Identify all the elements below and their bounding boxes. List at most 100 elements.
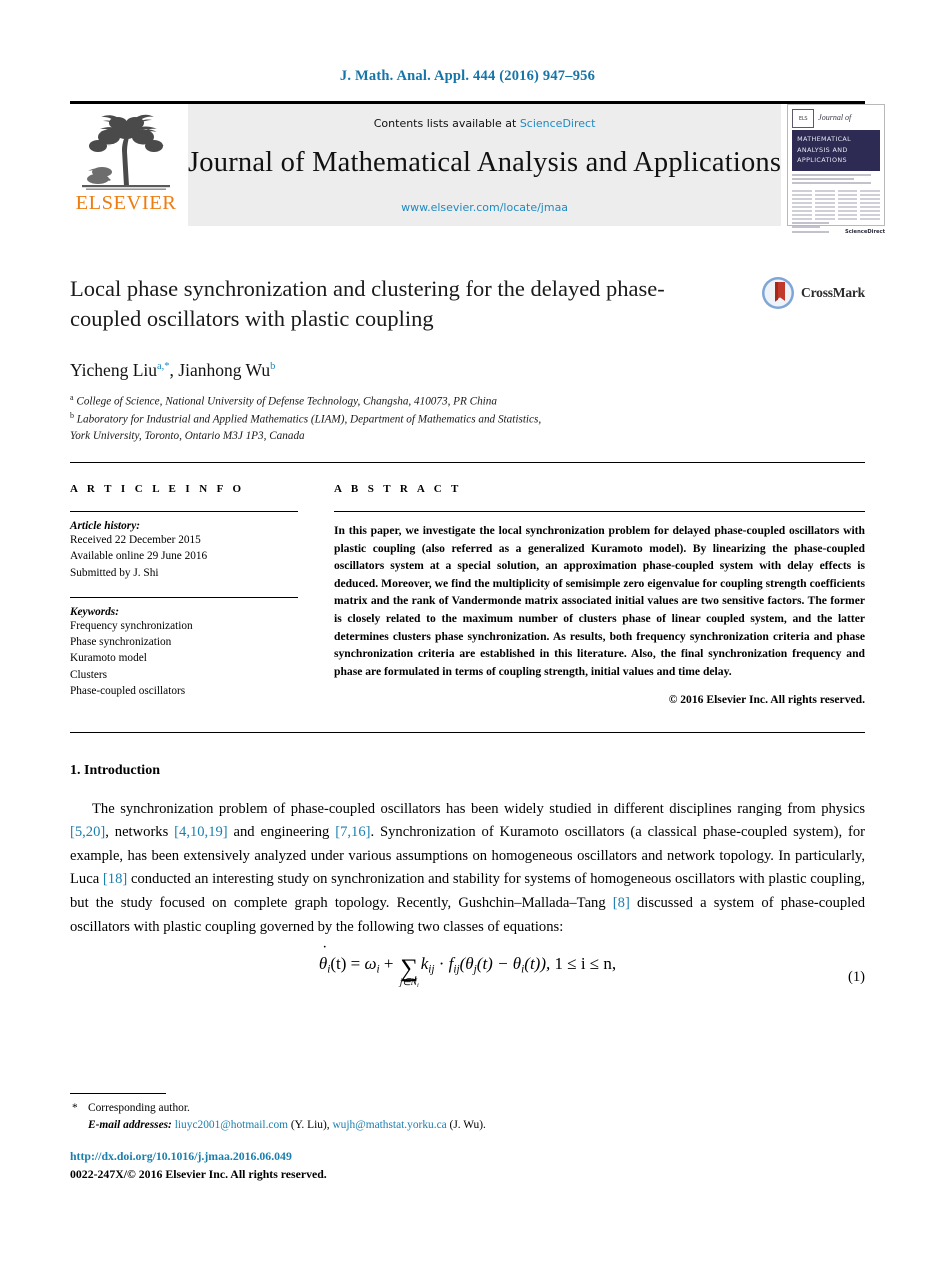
doi-copyright-block: http://dx.doi.org/10.1016/j.jmaa.2016.06… [70,1148,327,1183]
doi-link[interactable]: http://dx.doi.org/10.1016/j.jmaa.2016.06… [70,1148,327,1166]
email-link-1[interactable]: liuyc2001@hotmail.com [175,1119,288,1131]
cover-publisher-mark-icon: ELS [792,109,815,128]
article-history-heading: Article history: [70,520,140,533]
affiliation-b-marker: b [70,410,74,420]
cover-title-line1: MATHEMATICAL [797,135,852,143]
affiliation-a-text: College of Science, National University … [76,395,497,408]
author-list: Yicheng Liua,*, Jianhong Wub [70,360,865,381]
issn-copyright-line: 0022-247X/© 2016 Elsevier Inc. All right… [70,1166,327,1181]
page-title: Local phase synchronization and clusteri… [70,276,665,331]
cover-sciencedirect-label: ScienceDirect [844,229,886,236]
equation-1-block: θi(t) = ωi + ∑j∈Nikij · fij(θj(t) − θi(t… [70,943,865,989]
elsevier-logo: ELSEVIER [70,104,182,226]
journal-band: Contents lists available at ScienceDirec… [188,104,782,226]
cover-journal-of-label: Journal of [818,113,852,122]
abstract-heading: A B S T R A C T [334,483,462,496]
inner-mid: (t) − θ [476,954,522,974]
keywords-list: Frequency synchronization Phase synchron… [70,618,298,699]
info-abstract-section: A R T I C L E I N F O Article history: R… [70,483,865,706]
inner-end: (t)), [524,954,555,974]
journal-cover-thumbnail[interactable]: ELS Journal of MATHEMATICAL ANALYSIS AND… [787,104,886,235]
crossmark-badge[interactable]: CrossMark [761,276,865,310]
author-2-affil-marker: b [270,361,276,373]
email-link-2[interactable]: wujh@mathstat.yorku.ca [332,1119,446,1131]
cover-title-band: MATHEMATICAL ANALYSIS AND APPLICATIONS [792,130,881,171]
theta-dot-symbol: θ [319,943,328,972]
citation-ref[interactable]: [8] [613,895,630,911]
crossmark-label: CrossMark [801,285,865,300]
cover-columns [792,189,881,222]
summation-index: j∈Ni [400,978,419,989]
keyword-item: Phase-coupled oscillators [70,684,186,697]
contents-prefix: Contents lists available at [373,117,520,130]
keywords-heading: Keywords: [70,605,119,618]
sigma-icon: ∑ [400,955,419,983]
journal-homepage-link[interactable]: www.elsevier.com/locate/jmaa [401,201,568,214]
asterisk-icon: * [72,1102,78,1114]
cover-header: ELS Journal of [792,109,880,128]
affiliation-b: b Laboratory for Industrial and Applied … [70,410,865,428]
plus-operator: + [379,954,398,974]
affiliation-b-text-line1: Laboratory for Industrial and Applied Ma… [76,413,542,426]
cover-footer: ScienceDirect [792,221,886,236]
author-1: Yicheng Liu [70,359,157,380]
equation-lhs-arg: (t) = [330,954,365,974]
multiplication-dot: · [434,954,449,974]
summation-operator: ∑ j∈Ni [400,955,419,989]
footnote-block: * Corresponding author. E-mail addresses:… [70,1100,865,1134]
elsevier-tree-icon [78,110,174,192]
inner-open: (θ [459,954,474,974]
keyword-item: Kuramoto model [70,652,147,665]
email-owner-2: (J. Wu). [446,1119,486,1132]
corresponding-author-note: * Corresponding author. [70,1100,865,1117]
abstract-copyright: © 2016 Elsevier Inc. All rights reserved… [668,692,865,706]
divider-above-info [70,462,865,464]
affiliation-a-marker: a [70,392,74,402]
cover-title-line3: APPLICATIONS [797,156,847,165]
keywords-rule [70,596,298,598]
index-range: 1 ≤ i ≤ n, [554,954,617,974]
article-info-heading: A R T I C L E I N F O [70,483,245,496]
affiliations: a College of Science, National Universit… [70,392,865,444]
intro-text-3: and engineering [227,824,336,841]
abstract-column: A B S T R A C T In this paper, we invest… [334,483,865,706]
summation-index-sub: i [416,981,419,989]
title-container: Local phase synchronization and clusteri… [70,274,761,334]
keyword-item: Frequency synchronization [70,619,193,632]
affiliation-b-line2: York University, Toronto, Ontario M3J 1P… [70,429,305,442]
divider-above-body [70,731,865,733]
omega-symbol: ω [364,954,377,974]
citation-ref[interactable]: [4,10,19] [174,824,228,840]
title-block: Local phase synchronization and clusteri… [70,226,865,334]
keyword-item: Clusters [70,668,108,681]
abstract-rule [334,511,865,513]
affiliation-a: a College of Science, National Universit… [70,392,865,410]
crossmark-icon [762,277,795,309]
intro-text-2: , networks [105,824,175,841]
footnote-divider [70,1093,166,1094]
running-head: J. Math. Anal. Appl. 444 (2016) 947–956 [339,68,596,84]
intro-paragraph-1: The synchronization problem of phase-cou… [70,798,865,940]
cover-title-line2: ANALYSIS AND [797,145,848,154]
elsevier-wordmark: ELSEVIER [75,192,177,214]
abstract-text: In this paper, we investigate the local … [334,524,865,678]
author-2: , Jianhong Wu [169,359,271,380]
journal-title: Journal of Mathematical Analysis and App… [188,147,782,178]
sciencedirect-link[interactable]: ScienceDirect [520,117,596,130]
cover-text-block [792,173,880,187]
citation-ref[interactable]: [7,16] [335,824,370,840]
email-owner-1: (Y. Liu), [288,1119,333,1132]
email-label: E-mail addresses: [88,1119,172,1132]
contents-available-line: Contents lists available at ScienceDirec… [374,117,596,130]
journal-masthead: ELSEVIER Contents lists available at Sci… [70,101,886,235]
article-info-rule [70,511,298,513]
citation-ref[interactable]: [5,20] [70,824,105,840]
keyword-item: Phase synchronization [70,636,172,649]
article-history-available-online: Available online 29 June 2016 [70,550,208,563]
citation-ref[interactable]: [18] [103,871,127,887]
equation-1-number: (1) [847,969,865,986]
author-1-affil-marker: a,* [157,361,170,373]
article-info-column: A R T I C L E I N F O Article history: R… [70,483,298,705]
email-addresses-note: E-mail addresses: liuyc2001@hotmail.com … [70,1117,865,1134]
article-page: J. Math. Anal. Appl. 444 (2016) 947–956 [0,0,935,1266]
